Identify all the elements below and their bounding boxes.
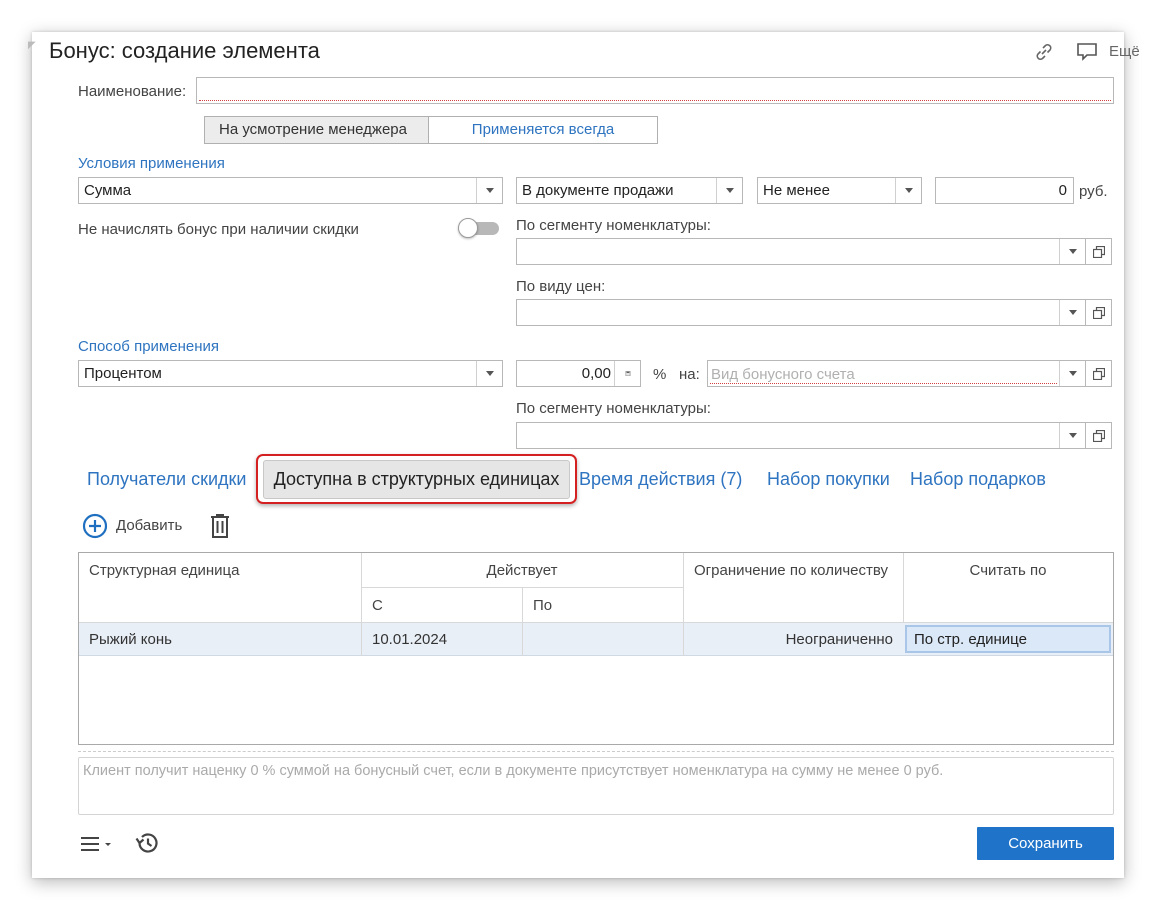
required-underline [199, 100, 1111, 101]
method-segment-label: По сегменту номенклатуры: [516, 400, 711, 417]
open-icon[interactable] [1086, 299, 1112, 326]
info-text: Клиент получит наценку 0 % суммой на бон… [83, 763, 944, 779]
col-header-from[interactable]: С [372, 597, 383, 614]
header-divider [361, 587, 683, 588]
separator [78, 751, 1114, 752]
col-header-active[interactable]: Действует [361, 562, 683, 579]
tab-validity-time[interactable]: Время действия (7) [579, 469, 742, 490]
percent-sign: % [653, 366, 667, 383]
mode-option-manager[interactable]: На усмотрение менеджера [205, 117, 429, 143]
table-row[interactable]: Рыжий конь 10.01.2024 Неограниченно По с… [79, 623, 1113, 656]
col-divider [683, 553, 684, 623]
name-field[interactable] [196, 77, 1114, 104]
price-type-label: По виду цен: [516, 278, 606, 295]
dropdown-arrow-icon[interactable] [1059, 239, 1085, 264]
more-menu[interactable]: Ещё [1109, 43, 1140, 60]
condition-doc-select[interactable]: В документе продажи [516, 177, 743, 204]
save-button[interactable]: Сохранить [977, 827, 1114, 860]
cell-divider [522, 623, 523, 656]
comment-icon[interactable] [1075, 40, 1099, 64]
add-circle-icon[interactable] [82, 513, 108, 539]
open-icon[interactable] [1086, 360, 1112, 387]
cell-unit[interactable]: Рыжий конь [89, 631, 172, 648]
dropdown-arrow-icon[interactable] [1059, 300, 1085, 325]
cell-divider [361, 623, 362, 656]
dropdown-arrow-icon[interactable] [476, 178, 502, 203]
no-bonus-discount-label: Не начислять бонус при наличии скидки [78, 221, 359, 238]
col-header-count-by[interactable]: Считать по [903, 562, 1113, 579]
tab-purchase-set[interactable]: Набор покупки [767, 469, 890, 490]
dropdown-arrow-icon[interactable] [476, 361, 502, 386]
method-segment-field[interactable] [516, 422, 1086, 449]
currency-label: руб. [1079, 183, 1108, 200]
col-divider [522, 588, 523, 623]
tab-gift-set[interactable]: Набор подарков [910, 469, 1046, 490]
percent-field[interactable]: 0,00 [516, 360, 641, 387]
dropdown-arrow-icon[interactable] [716, 178, 742, 203]
trash-icon[interactable] [209, 513, 231, 539]
tab-structural-units-label: Доступна в структурных единицах [262, 459, 571, 499]
open-icon[interactable] [1086, 422, 1112, 449]
mode-switch[interactable]: На усмотрение менеджера Применяется всег… [204, 116, 658, 144]
link-icon[interactable] [1032, 40, 1056, 64]
dropdown-arrow-icon[interactable] [1059, 423, 1085, 448]
condition-type-select[interactable]: Сумма [78, 177, 503, 204]
on-label: на: [679, 366, 700, 383]
method-header: Способ применения [78, 338, 219, 355]
history-icon[interactable] [134, 830, 160, 856]
name-label: Наименование: [78, 83, 187, 100]
bonus-account-field[interactable]: Вид бонусного счета [707, 360, 1086, 387]
cell-count-by-selected[interactable]: По стр. единице [905, 625, 1111, 653]
cell-limit[interactable]: Неограниченно [683, 631, 893, 648]
required-underline [710, 383, 1057, 384]
tab-structural-units[interactable]: Доступна в структурных единицах [256, 454, 577, 504]
price-type-field[interactable] [516, 299, 1086, 326]
structural-units-table: Структурная единица Действует С По Огран… [78, 552, 1114, 745]
window-corner-marker: ◤ [28, 40, 36, 51]
conditions-header: Условия применения [78, 155, 225, 172]
info-panel: Клиент получит наценку 0 % суммой на бон… [78, 757, 1114, 815]
form-window: ◤ Бонус: создание элемента Ещё Наименова… [28, 32, 1140, 878]
dropdown-arrow-icon[interactable] [1059, 361, 1085, 386]
cell-count-by: По стр. единице [914, 631, 1027, 648]
cell-from[interactable]: 10.01.2024 [372, 631, 447, 648]
col-header-to[interactable]: По [533, 597, 552, 614]
page-title: Бонус: создание элемента [49, 38, 320, 63]
condition-compare-select[interactable]: Не менее [757, 177, 922, 204]
col-header-limit[interactable]: Ограничение по количеству [694, 562, 888, 579]
condition-amount-field[interactable]: 0 [935, 177, 1074, 204]
toggle-knob [458, 218, 478, 238]
nomenclature-segment-field[interactable] [516, 238, 1086, 265]
add-button[interactable]: Добавить [116, 517, 182, 534]
method-select[interactable]: Процентом [78, 360, 503, 387]
open-icon[interactable] [1086, 238, 1112, 265]
nomenclature-segment-label: По сегменту номенклатуры: [516, 217, 711, 234]
col-header-unit[interactable]: Структурная единица [89, 562, 239, 579]
calculator-icon[interactable] [614, 361, 640, 386]
no-bonus-discount-toggle[interactable] [458, 218, 501, 238]
dropdown-arrow-icon[interactable] [895, 178, 921, 203]
menu-icon[interactable] [80, 834, 114, 854]
mode-option-always[interactable]: Применяется всегда [429, 117, 657, 143]
tab-recipients[interactable]: Получатели скидки [87, 469, 246, 490]
